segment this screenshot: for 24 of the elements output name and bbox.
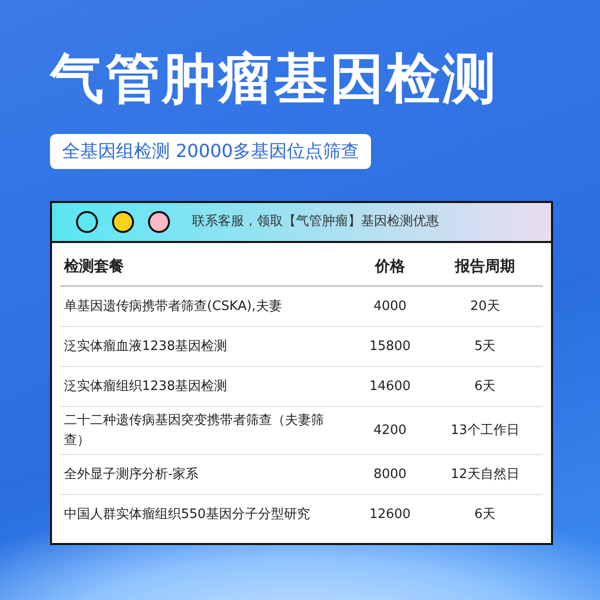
subtitle-label: 全基因组检测 20000多基因位点筛查 — [50, 134, 371, 169]
table-cell-text: 4200 — [372, 422, 408, 440]
table-cell-text: 单基因遗传病携带者筛查(CSKA),夫妻 — [63, 298, 283, 316]
table-cell-text: 4000 — [372, 298, 408, 316]
table-cell-text: 15800 — [368, 338, 412, 356]
table-cell-text: 全外显子测序分析-家系 — [63, 466, 200, 484]
table-cell-text: 泛实体瘤组织1238基因检测 — [63, 378, 228, 396]
table-cell-text: 二十二种遗传病基因突变携带者筛查（夫妻筛查） — [63, 412, 325, 450]
table-cell-text: 6天 — [473, 378, 497, 396]
column-header: 价格 — [374, 256, 406, 277]
table-cell-text: 中国人群实体瘤组织550基因分子分型研究 — [63, 506, 311, 524]
table-cell-text: 20天 — [469, 298, 501, 316]
column-header: 检测套餐 — [62, 256, 125, 277]
table-cell-text: 5天 — [473, 338, 497, 356]
table-cell-text: 12600 — [368, 506, 412, 524]
table-cell-text: 12天自然日 — [450, 466, 520, 484]
page-title: 气管肿瘤基因检测 — [50, 52, 499, 106]
table-cell-text: 13个工作日 — [450, 422, 520, 440]
table-cell-text: 6天 — [473, 506, 497, 524]
column-header: 报告周期 — [454, 256, 516, 277]
notice-text: 联系客服，领取【气管肿瘤】基因检测优惠 — [192, 213, 439, 232]
table-cell-text: 14600 — [368, 378, 412, 396]
table-cell-text: 泛实体瘤血液1238基因检测 — [63, 338, 228, 356]
table-cell-text: 8000 — [372, 466, 408, 484]
